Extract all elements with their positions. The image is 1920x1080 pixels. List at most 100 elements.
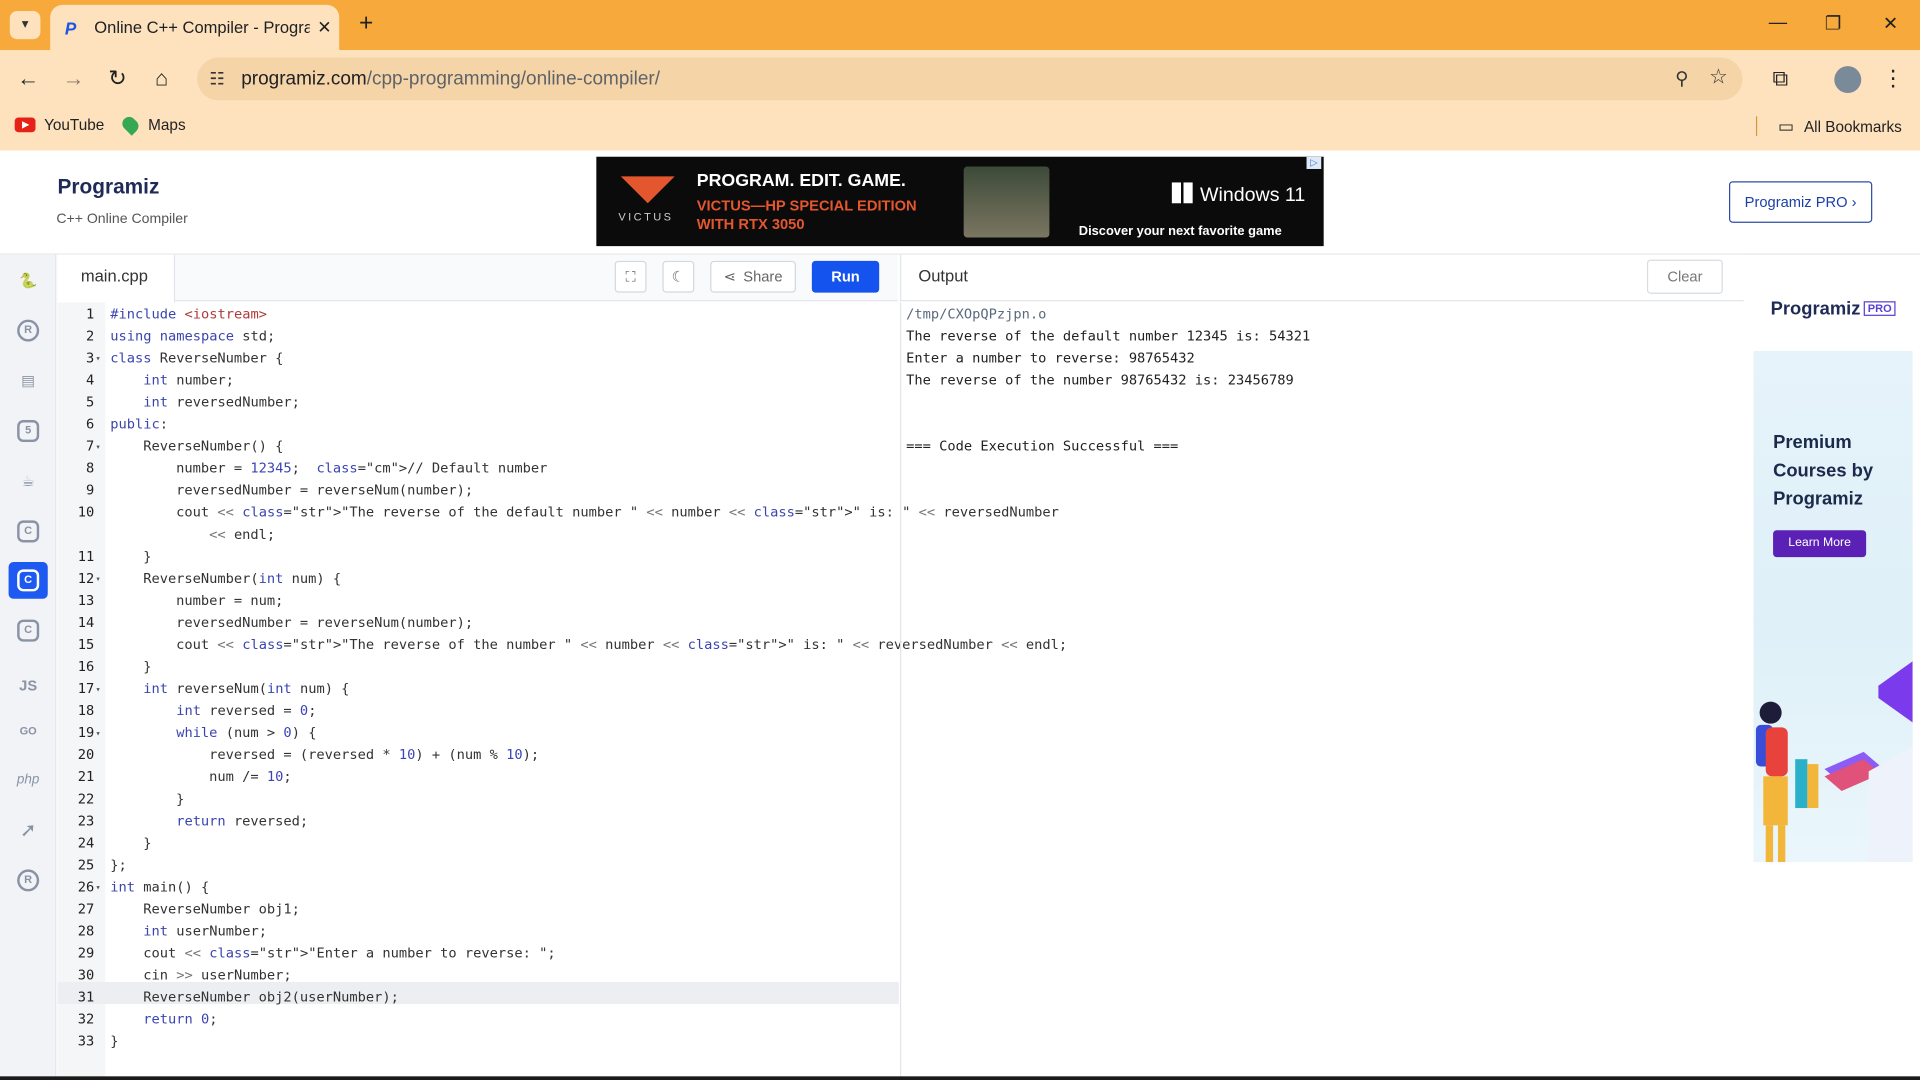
code-line: return reversed; — [176, 813, 309, 829]
reload-icon[interactable]: ↻ — [104, 66, 131, 93]
code-line: int number; — [143, 372, 234, 389]
r-icon[interactable]: R — [9, 312, 48, 349]
platform-illustration — [1868, 661, 1913, 863]
fold-arrow-icon[interactable]: ▾ — [96, 348, 101, 370]
minimize-icon[interactable]: — — [1760, 12, 1797, 33]
csharp-icon[interactable]: C — [9, 612, 48, 649]
js-icon[interactable]: JS — [9, 667, 48, 704]
code-line: } — [110, 1033, 119, 1050]
bottom-edge — [0, 1076, 1920, 1080]
fold-arrow-icon[interactable]: ▾ — [96, 877, 101, 899]
fold-arrow-icon[interactable]: ▾ — [96, 722, 101, 744]
code-line: #include <iostream> — [110, 306, 267, 323]
cpp-icon[interactable]: C — [8, 562, 48, 599]
bookmark-youtube[interactable]: YouTube — [14, 116, 104, 133]
file-tab-main-cpp[interactable]: main.cpp — [57, 254, 176, 303]
tab-search-chevron-icon[interactable]: ▾ — [9, 11, 41, 40]
line-number: 23 — [77, 813, 95, 829]
code-line: } — [110, 658, 152, 675]
url-host: programiz.com — [241, 67, 367, 89]
close-tab-icon[interactable]: ✕ — [310, 17, 339, 38]
dark-mode-moon-icon[interactable]: ☾ — [662, 260, 695, 293]
line-number: 17 — [77, 680, 95, 697]
code-line: cout << class="str">"Enter a number to r… — [110, 945, 556, 962]
python-icon[interactable]: 🐍 — [9, 262, 48, 299]
code-line: ReverseNumber(int num) { — [110, 570, 342, 587]
compiler-subtitle: C++ Online Compiler — [56, 211, 188, 227]
html-icon[interactable]: 5 — [9, 413, 48, 450]
tab-title: Online C++ Compiler - Program — [94, 18, 310, 37]
run-button[interactable]: Run — [811, 260, 880, 293]
line-number: 26 — [77, 879, 95, 896]
line-number: 16 — [77, 658, 95, 675]
line-number: 7 — [86, 438, 95, 455]
code-line: number = 12345; class="cm">// Default nu… — [110, 460, 548, 477]
line-number: 10 — [77, 504, 95, 521]
bookmark-star-icon[interactable]: ☆ — [1709, 65, 1728, 89]
rust-icon[interactable]: R — [9, 862, 48, 899]
line-number: 14 — [77, 614, 95, 631]
line-number: 1 — [86, 306, 95, 323]
address-bar[interactable]: ☷ programiz.com/cpp-programming/online-c… — [197, 57, 1743, 101]
home-icon[interactable]: ⌂ — [148, 66, 175, 93]
code-line: } — [110, 791, 185, 807]
fullscreen-icon[interactable]: ⛶ — [614, 260, 647, 293]
line-number: 9 — [86, 482, 95, 499]
extensions-icon[interactable]: ⧉ — [1767, 66, 1794, 93]
learn-more-button[interactable]: Learn More — [1773, 530, 1867, 558]
code-line: while (num > 0) { — [176, 724, 317, 741]
code-line: class ReverseNumber { — [110, 350, 284, 367]
back-arrow-icon[interactable]: ← — [15, 66, 42, 93]
adchoices-icon[interactable]: ▷ — [1306, 156, 1322, 169]
line-number: 12 — [77, 570, 95, 587]
profile-avatar[interactable] — [1834, 66, 1862, 94]
ad-subheadline: VICTUS—HP SPECIAL EDITION WITH RTX 3050 — [696, 197, 917, 233]
restore-icon[interactable]: ❐ — [1815, 12, 1852, 34]
side-ad-headline: Premium Courses by Programiz — [1773, 432, 1874, 510]
programiz-logo[interactable]: Programiz — [58, 175, 160, 199]
code-line: reversedNumber = reverseNum(number); — [110, 614, 474, 631]
site-settings-icon[interactable]: ☷ — [209, 69, 224, 90]
clear-button[interactable]: Clear — [1646, 259, 1723, 294]
output-line: /tmp/CXOpQPzjpn.o — [906, 306, 1047, 323]
url-path: /cpp-programming/online-compiler/ — [366, 67, 661, 89]
line-number: 18 — [77, 702, 95, 719]
code-line: ReverseNumber obj2(userNumber); — [110, 989, 399, 1006]
browser-tab[interactable]: P Online C++ Compiler - Program ✕ — [50, 4, 340, 51]
line-number: 11 — [77, 548, 95, 565]
line-number: 25 — [77, 857, 95, 874]
java-icon[interactable]: ☕ — [9, 463, 48, 500]
fold-arrow-icon[interactable]: ▾ — [96, 436, 101, 458]
swift-icon[interactable]: ➚ — [9, 812, 48, 849]
forward-arrow-icon[interactable]: → — [60, 66, 87, 93]
programiz-pro-button[interactable]: Programiz PRO › — [1728, 181, 1873, 223]
fold-arrow-icon[interactable]: ▾ — [96, 678, 101, 700]
youtube-icon — [14, 117, 36, 133]
code-editor[interactable]: 1 #include <iostream> 2 using namespace std… — [58, 302, 1067, 1080]
c-icon[interactable]: C — [9, 513, 48, 550]
sql-icon[interactable]: ▤ — [9, 362, 48, 399]
output-console[interactable]: /tmp/CXOpQPzjpn.o The reverse of the defa… — [900, 302, 1744, 1080]
line-number: 6 — [86, 416, 95, 433]
windows-logo: Windows 11 — [1171, 182, 1305, 206]
new-tab-plus-icon[interactable]: + — [353, 11, 380, 38]
bookmark-maps[interactable]: Maps — [119, 114, 186, 136]
ad-tagline: Discover your next favorite game — [1078, 224, 1282, 239]
close-window-icon[interactable]: ✕ — [1872, 12, 1909, 34]
all-bookmarks[interactable]: ▭ All Bookmarks — [1778, 116, 1902, 137]
output-line: The reverse of the number 98765432 is: 2… — [906, 372, 1294, 389]
menu-kebab-icon[interactable]: ⋮ — [1880, 66, 1907, 93]
php-icon[interactable]: php — [9, 762, 48, 799]
code-line: int main() { — [110, 879, 210, 896]
go-icon[interactable]: GO — [9, 713, 48, 750]
laptop-image — [963, 166, 1050, 238]
folder-icon: ▭ — [1777, 116, 1795, 136]
bookmarks-bar — [0, 106, 1920, 151]
share-button[interactable]: ⋖ Share — [710, 260, 796, 293]
line-number: 20 — [77, 746, 95, 763]
fold-arrow-icon[interactable]: ▾ — [96, 568, 101, 590]
banner-ad[interactable]: VICTUS PROGRAM. EDIT. GAME. VICTUS—HP SP… — [596, 156, 1324, 247]
zoom-icon[interactable]: ⚲ — [1675, 67, 1688, 90]
code-line: reversed = (reversed * 10) + (num % 10); — [110, 746, 540, 763]
line-number: 2 — [86, 328, 95, 345]
